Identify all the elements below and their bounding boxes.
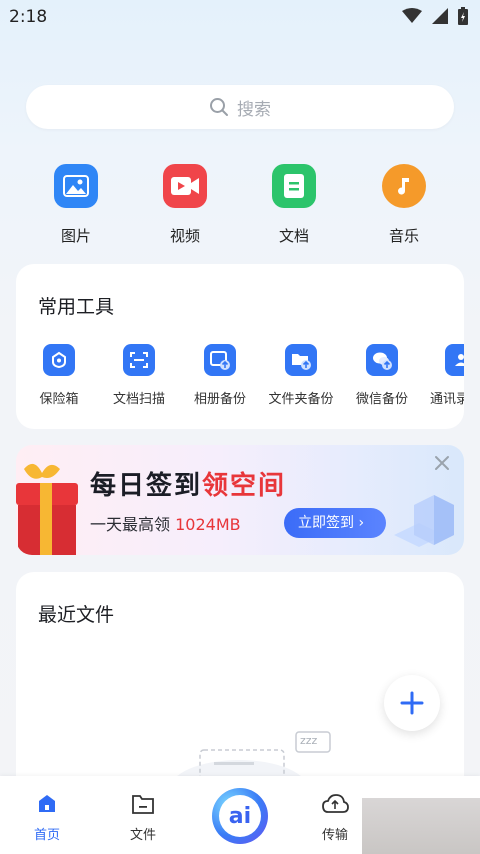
wechat-backup-icon (366, 344, 398, 376)
recent-title: 最近文件 (38, 604, 115, 626)
plus-icon (400, 691, 424, 715)
empty-badge: zzz (300, 734, 318, 747)
category-documents[interactable]: 文档 (254, 160, 334, 246)
video-icon (163, 164, 207, 208)
nav-label: 传输 (321, 828, 348, 843)
status-icons (402, 7, 468, 25)
tool-scan[interactable]: 文档扫描 (96, 344, 182, 407)
signal-icon (432, 8, 448, 24)
nav-home[interactable]: 首页 (12, 792, 82, 843)
nav-transfer[interactable]: 传输 (300, 792, 370, 843)
checkin-button[interactable]: 立即签到 › (284, 508, 387, 538)
nav-label: 文件 (129, 828, 156, 843)
nav-files[interactable]: 文件 (108, 792, 178, 843)
folder-backup-icon (285, 344, 317, 376)
ai-assistant-button[interactable]: ai (212, 788, 268, 844)
search-bar[interactable]: 搜索 (26, 85, 454, 129)
status-bar: 2:18 (0, 0, 480, 34)
tool-label: 文档扫描 (112, 392, 165, 407)
music-icon (382, 164, 426, 208)
search-icon (210, 98, 228, 116)
add-button[interactable] (384, 675, 440, 731)
search-placeholder: 搜索 (237, 99, 271, 120)
quick-categories: 图片 视频 文档 音乐 (0, 160, 480, 250)
contacts-backup-icon (445, 344, 464, 376)
transfer-icon (322, 794, 349, 813)
image-icon (54, 164, 98, 208)
category-music[interactable]: 音乐 (364, 160, 444, 246)
tool-label: 文件夹备份 (268, 392, 334, 407)
banner-sub-highlight: 1024MB (175, 515, 241, 534)
category-label: 图片 (60, 227, 91, 245)
isometric-blocks-illustration (394, 495, 454, 547)
tool-label: 相册备份 (193, 392, 246, 407)
tool-label: 通讯录 (430, 392, 464, 407)
safe-icon (43, 344, 75, 376)
status-time: 2:18 (9, 7, 48, 27)
tool-label: 微信备份 (355, 392, 408, 407)
checkin-banner[interactable]: 每日签到领空间 一天最高领 1024MB 立即签到 › (16, 445, 464, 555)
ai-label: ai (219, 795, 261, 837)
banner-title-main: 每日签到 (90, 471, 203, 501)
tool-label: 保险箱 (39, 392, 79, 407)
category-images[interactable]: 图片 (36, 160, 116, 246)
nav-label: 首页 (33, 828, 60, 843)
document-icon (272, 164, 316, 208)
battery-icon (458, 7, 468, 25)
banner-title: 每日签到领空间 (90, 465, 286, 502)
corner-overlay (362, 798, 480, 854)
tool-album-backup[interactable]: 相册备份 (177, 344, 263, 407)
banner-subtitle: 一天最高领 1024MB (90, 511, 241, 535)
banner-title-highlight: 领空间 (202, 471, 287, 501)
gift-box-icon (16, 463, 78, 555)
home-icon (39, 795, 55, 812)
tool-wechat-backup[interactable]: 微信备份 (339, 344, 425, 407)
category-label: 视频 (169, 227, 200, 245)
tool-folder-backup[interactable]: 文件夹备份 (258, 344, 344, 407)
folder-icon (132, 795, 154, 814)
scan-icon (123, 344, 155, 376)
tool-safe[interactable]: 保险箱 (16, 344, 102, 407)
category-label: 文档 (278, 227, 309, 245)
wifi-icon (402, 8, 422, 23)
category-videos[interactable]: 视频 (145, 160, 225, 246)
album-backup-icon (204, 344, 236, 376)
category-label: 音乐 (388, 227, 419, 245)
tools-title: 常用工具 (38, 296, 115, 318)
banner-sub-prefix: 一天最高领 (90, 515, 171, 534)
tools-card: 常用工具 保险箱 文档扫描 相册备份 文件夹备份 微信备份 通讯录 (16, 264, 464, 429)
close-icon[interactable] (432, 453, 452, 473)
tool-contacts-backup[interactable]: 通讯录 (418, 344, 464, 407)
